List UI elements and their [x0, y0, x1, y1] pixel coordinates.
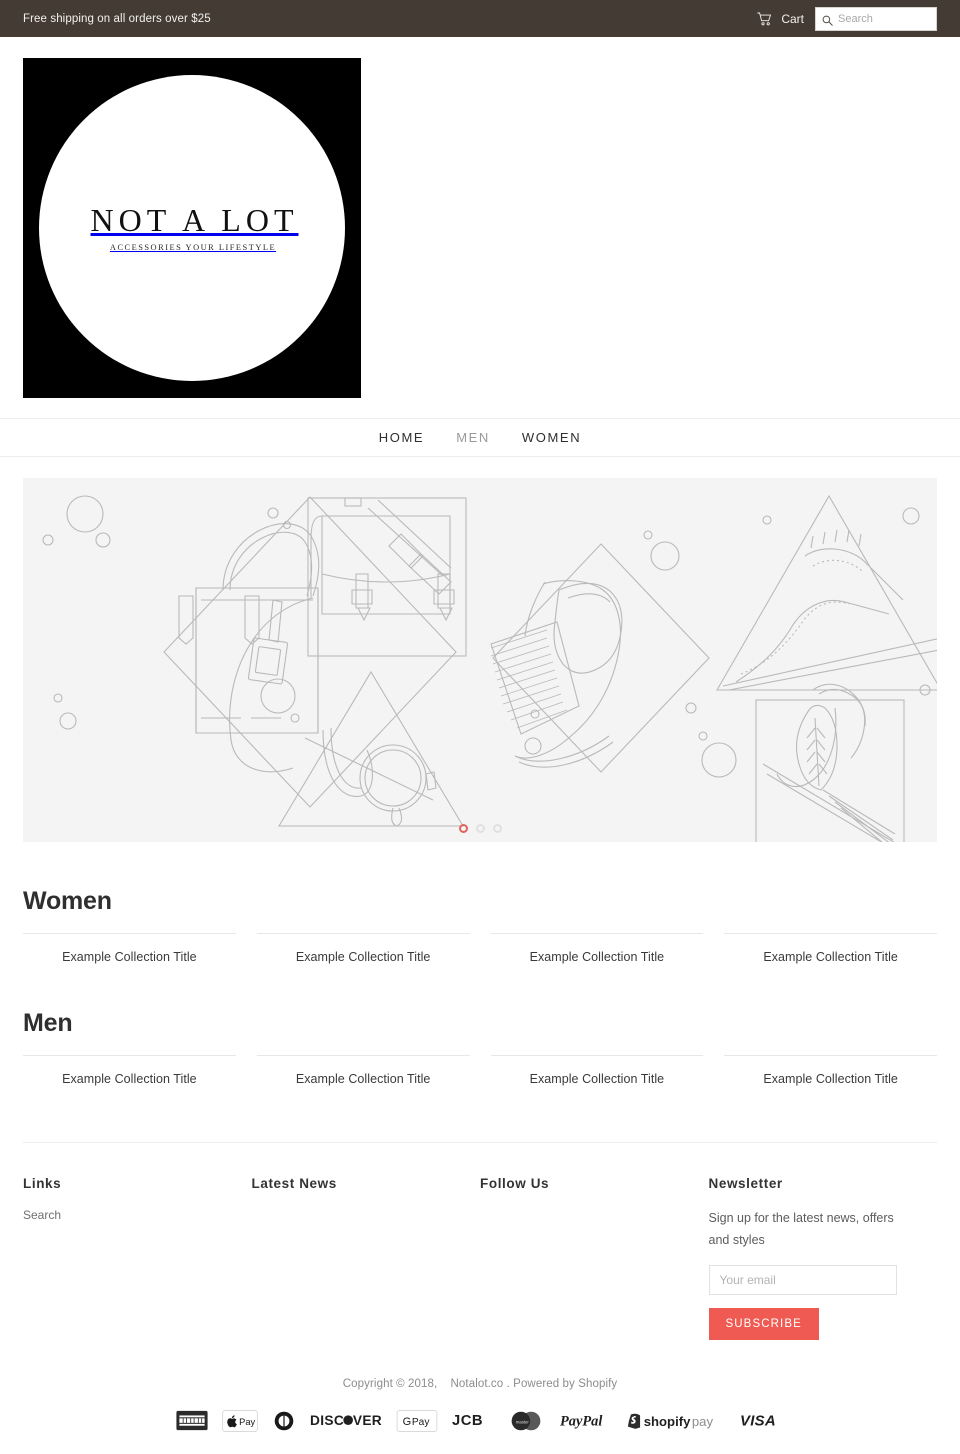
svg-text:Pay: Pay [412, 1417, 430, 1428]
slideshow-dot-1[interactable] [458, 824, 468, 833]
paypal-icon: PayPal [560, 1410, 614, 1432]
newsletter-description: Sign up for the latest news, offers and … [708, 1211, 894, 1247]
utility-actions: Cart [757, 6, 937, 31]
collection-section-men: Men Example Collection Title Example Col… [23, 1009, 937, 1086]
svg-text:master: master [516, 1420, 529, 1425]
svg-text:DISC: DISC [310, 1413, 344, 1428]
visa-icon: VISA [740, 1410, 784, 1432]
logo-circle: NOT A LOT ACCESSORIES YOUR LIFESTYLE [39, 75, 345, 381]
announcement-text: Free shipping on all orders over $25 [23, 12, 211, 25]
site-footer: Links Search Latest News Follow Us Newsl… [23, 1143, 937, 1340]
svg-text:G: G [403, 1416, 412, 1428]
logo-link[interactable]: NOT A LOT ACCESSORIES YOUR LIFESTYLE [23, 58, 361, 398]
nav-item-women[interactable]: WOMEN [506, 431, 597, 444]
hero-slideshow[interactable] [23, 478, 937, 842]
nav-item-men[interactable]: MEN [440, 431, 506, 444]
svg-text:VISA: VISA [740, 1412, 776, 1429]
collection-title: Example Collection Title [62, 1072, 197, 1086]
shopify-pay-icon: shopify pay [628, 1410, 726, 1432]
logo-tagline: ACCESSORIES YOUR LIFESTYLE [109, 243, 277, 252]
footer-heading-newsletter: Newsletter [708, 1176, 783, 1191]
payment-methods: Pay DISC VER G Pay JCB master PayPal sho… [0, 1410, 960, 1454]
cart-link[interactable]: Cart [757, 12, 804, 26]
svg-text:PayPal: PayPal [560, 1413, 602, 1429]
american-express-icon [176, 1410, 208, 1432]
collection-title: Example Collection Title [295, 1072, 431, 1086]
footer-column-links: Links Search [23, 1176, 252, 1340]
footer-column-follow-us: Follow Us [480, 1176, 709, 1340]
logo-name: NOT A LOT [90, 202, 299, 238]
section-title-men: Men [23, 1009, 73, 1037]
svg-text:JCB: JCB [452, 1413, 483, 1429]
search-icon [822, 13, 833, 26]
diners-club-icon [272, 1410, 296, 1432]
jcb-icon: JCB [452, 1410, 492, 1432]
collection-title: Example Collection Title [529, 950, 665, 964]
collection-card[interactable]: Example Collection Title [490, 933, 704, 964]
announcement-bar: Free shipping on all orders over $25 Car… [0, 0, 960, 37]
footer-heading-links: Links [23, 1176, 62, 1191]
footer-heading-latest-news: Latest News [251, 1176, 337, 1191]
apple-pay-icon: Pay [222, 1410, 258, 1432]
discover-icon: DISC VER [310, 1410, 382, 1432]
master-icon: master [506, 1410, 546, 1432]
cart-label: Cart [781, 11, 804, 26]
collection-card[interactable]: Example Collection Title [23, 1055, 236, 1086]
collection-card[interactable]: Example Collection Title [23, 933, 236, 964]
collection-title: Example Collection Title [763, 950, 898, 964]
collection-title: Example Collection Title [295, 950, 431, 964]
main-navigation: HOME MEN WOMEN [0, 418, 960, 457]
nav-item-home[interactable]: HOME [363, 431, 440, 444]
footer-column-latest-news: Latest News [252, 1176, 481, 1340]
section-title-women: Women [23, 887, 112, 915]
collection-card[interactable]: Example Collection Title [724, 933, 937, 964]
google-pay-icon: G Pay [396, 1410, 438, 1432]
shopping-cart-icon [757, 12, 772, 26]
collection-title: Example Collection Title [763, 1072, 898, 1086]
footer-column-newsletter: Newsletter Sign up for the latest news, … [708, 1176, 938, 1340]
slideshow-dot-2[interactable] [475, 824, 485, 833]
collection-title: Example Collection Title [62, 950, 197, 964]
copyright-prefix: Copyright © 2018, [342, 1378, 438, 1390]
collection-card[interactable]: Example Collection Title [724, 1055, 937, 1086]
search-input[interactable] [838, 12, 930, 25]
copyright: Copyright © 2018, Notalot.co . Powered b… [0, 1378, 960, 1390]
search-box[interactable] [815, 6, 937, 31]
collection-grid-women: Example Collection Title Example Collect… [23, 933, 937, 964]
collection-card[interactable]: Example Collection Title [490, 1055, 704, 1086]
site-header: NOT A LOT ACCESSORIES YOUR LIFESTYLE [0, 37, 960, 398]
newsletter-email-input[interactable] [708, 1265, 897, 1295]
collection-card[interactable]: Example Collection Title [256, 933, 470, 964]
shop-name-link[interactable]: Notalot.co [451, 1378, 504, 1390]
footer-heading-follow-us: Follow Us [480, 1176, 550, 1191]
collection-title: Example Collection Title [529, 1072, 665, 1086]
slideshow-dots [23, 824, 937, 833]
footer-link-search[interactable]: Search [23, 1208, 228, 1222]
slideshow-dot-3[interactable] [492, 824, 502, 833]
subscribe-button[interactable]: SUBSCRIBE [708, 1308, 819, 1340]
slideshow-placeholder-illustration [23, 478, 937, 842]
svg-text:Pay: Pay [239, 1417, 255, 1427]
svg-text:VER: VER [353, 1413, 382, 1428]
collection-card[interactable]: Example Collection Title [256, 1055, 470, 1086]
collection-section-women: Women Example Collection Title Example C… [23, 887, 937, 964]
copyright-suffix: . Powered by Shopify [506, 1378, 618, 1390]
collection-grid-men: Example Collection Title Example Collect… [23, 1055, 937, 1086]
